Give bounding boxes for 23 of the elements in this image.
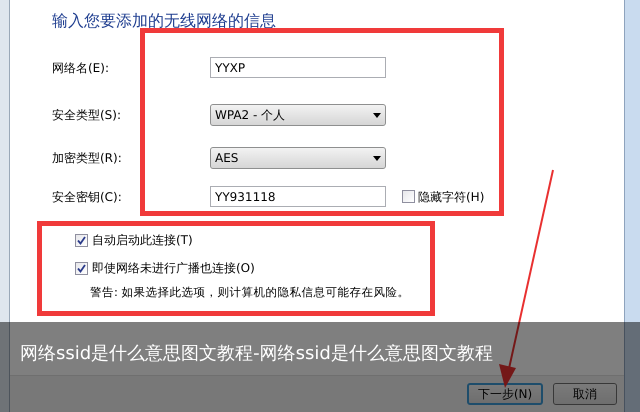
dialog-button[interactable]: 取消 bbox=[553, 383, 617, 405]
checkbox[interactable] bbox=[402, 190, 415, 203]
checkbox-label: 隐藏字符(H) bbox=[418, 188, 484, 206]
checkmark-icon bbox=[77, 236, 86, 244]
field-label: 网络名(E): bbox=[52, 60, 110, 76]
warning-text: 警告: 如果选择此选项，则计算机的隐私信息可能存在风险。 bbox=[90, 284, 411, 301]
dropdown[interactable]: WPA2 - 个人 bbox=[210, 104, 386, 126]
dialog-heading: 输入您要添加的无线网络的信息 bbox=[52, 10, 277, 32]
field-label: 安全密钥(C): bbox=[52, 188, 123, 206]
dropdown[interactable]: AES bbox=[210, 147, 386, 169]
field-label: 安全类型(S): bbox=[52, 107, 122, 124]
checkbox[interactable] bbox=[75, 234, 88, 246]
checkbox[interactable] bbox=[75, 262, 88, 274]
field-label: 加密类型(R): bbox=[52, 150, 123, 167]
caret-icon bbox=[373, 112, 381, 118]
dialog-button[interactable]: 下一步(N) bbox=[467, 383, 543, 405]
checkbox-label: 自动启动此连接(T) bbox=[92, 232, 193, 249]
caret-icon bbox=[373, 156, 381, 160]
checkmark-icon bbox=[77, 264, 86, 272]
input-field[interactable]: YY931118 bbox=[210, 186, 386, 207]
checkbox-label: 即使网络未进行广播也连接(O) bbox=[92, 260, 255, 277]
caption-text: 网络ssid是什么意思图文教程-网络ssid是什么意思图文教程 bbox=[20, 342, 494, 366]
input-field[interactable]: YYXP bbox=[210, 57, 386, 78]
